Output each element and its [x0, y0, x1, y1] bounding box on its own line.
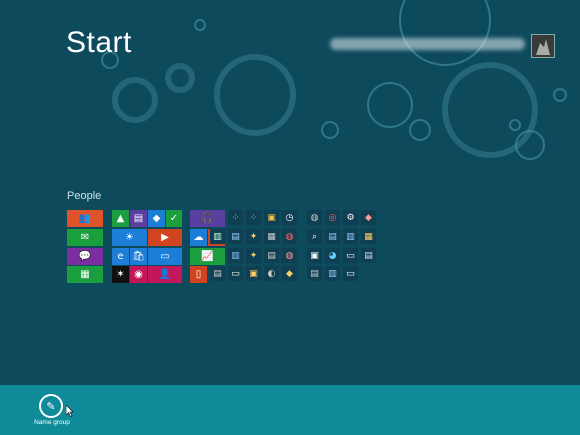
app-icon[interactable]: ▦ — [264, 229, 279, 244]
app-icon[interactable]: ▣ — [264, 210, 279, 225]
app-icon[interactable]: ▥ — [343, 229, 358, 244]
app-icon[interactable]: ◎ — [325, 210, 340, 225]
group-label[interactable]: People — [67, 190, 101, 202]
app-icon[interactable]: ▥ — [210, 229, 225, 244]
app-icon[interactable]: ▥ — [228, 248, 243, 263]
app-icon[interactable]: ▣ — [307, 248, 322, 263]
store-tile[interactable]: 🛍 — [130, 248, 147, 265]
ie-tile[interactable]: e — [112, 248, 129, 265]
app-icon[interactable]: ◐ — [264, 266, 279, 281]
messaging-tile[interactable]: 💬 — [67, 248, 103, 265]
check-tile[interactable]: ✓ — [166, 210, 182, 227]
mail-tile[interactable]: ✉ — [67, 229, 103, 246]
desktop-tile[interactable]: ▭ — [148, 248, 182, 265]
finance-tile[interactable]: 📈 — [190, 248, 225, 265]
app-icon[interactable]: ▣ — [246, 266, 261, 281]
skydrive-tile[interactable]: ☁ — [190, 229, 207, 246]
games-tile[interactable]: ◆ — [148, 210, 165, 227]
app-icon[interactable]: ▭ — [343, 266, 358, 281]
contacts-tile[interactable]: 👤 — [148, 266, 182, 283]
app-icon[interactable]: ◕ — [325, 248, 340, 263]
video-tile[interactable]: ▶ — [148, 229, 182, 246]
user-avatar-icon[interactable] — [531, 34, 555, 58]
app-icon[interactable]: ◍ — [307, 210, 322, 225]
app-icon[interactable]: ▤ — [264, 248, 279, 263]
app-icon[interactable]: ◆ — [282, 266, 297, 281]
app-icon[interactable]: ▭ — [343, 248, 358, 263]
user-name-blurred — [330, 38, 525, 50]
reader-tile[interactable]: ▯ — [190, 266, 207, 283]
weather-tile[interactable]: ☀ — [112, 229, 147, 246]
app-icon[interactable]: ▤ — [325, 229, 340, 244]
photos-tile[interactable]: ▲ — [112, 210, 129, 227]
app-icon[interactable]: ▤ — [228, 229, 243, 244]
xbox-tile[interactable]: ✶ — [112, 266, 129, 283]
search-icon[interactable]: ⌕ — [307, 229, 322, 244]
app-icon[interactable]: ✦ — [246, 248, 261, 263]
app-icon[interactable]: ◍ — [282, 248, 297, 263]
app-icon[interactable]: ▭ — [228, 266, 243, 281]
page-title: Start — [66, 26, 132, 59]
people-tile[interactable]: 👥 — [67, 210, 103, 227]
pencil-icon: ✎ — [39, 394, 63, 418]
maps-tile[interactable]: ▤ — [130, 210, 147, 227]
name-group-label: Name group — [34, 419, 70, 426]
app-bar — [0, 385, 580, 435]
app-icon[interactable]: ⁘ — [246, 210, 261, 225]
app-icon[interactable]: ◍ — [282, 229, 297, 244]
app-icon[interactable]: ⁘ — [228, 210, 243, 225]
calendar-tile[interactable]: ▦ — [67, 266, 103, 283]
gear-icon[interactable]: ⚙ — [343, 210, 358, 225]
clock-icon[interactable]: ◷ — [282, 210, 297, 225]
music-tile[interactable]: 🎧 — [190, 210, 225, 227]
app-icon[interactable]: ◆ — [361, 210, 376, 225]
app-icon[interactable]: ▤ — [210, 266, 225, 281]
app-icon[interactable]: ▤ — [307, 266, 322, 281]
mouse-cursor-icon — [66, 405, 74, 417]
camera-tile[interactable]: ◉ — [130, 266, 147, 283]
app-icon[interactable]: ▥ — [325, 266, 340, 281]
app-icon[interactable]: ▤ — [361, 248, 376, 263]
app-icon[interactable]: ✦ — [246, 229, 261, 244]
user-name[interactable] — [330, 38, 525, 52]
app-icon[interactable]: ▦ — [361, 229, 376, 244]
